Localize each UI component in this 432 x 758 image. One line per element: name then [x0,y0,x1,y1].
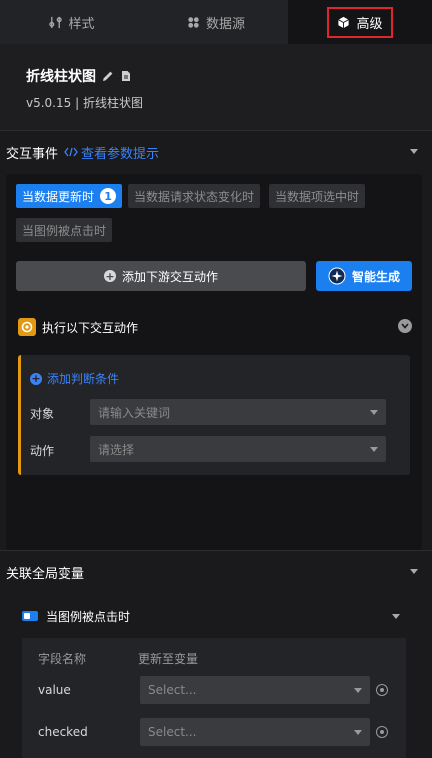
collapse-caret-icon[interactable] [410,569,418,574]
field-name-value: value [38,683,71,697]
interaction-section-header[interactable]: 交互事件 查看参数提示 [0,131,432,173]
tab-advanced-label: 高级 [356,16,383,32]
component-header [0,44,432,130]
add-downstream-action-button[interactable]: + 添加下游交互动作 [16,261,306,291]
dropdown-caret-icon [370,447,378,452]
action-select[interactable]: 请选择 [90,436,386,462]
event-chip-label: 当数据项选中时 [275,189,360,204]
locate-target-icon[interactable] [376,684,388,696]
col-update-var: 更新至变量 [138,652,199,666]
global-vars-title: 关联全局变量 [6,566,85,582]
event-chip-label: 当数据更新时 [22,189,95,204]
tab-style[interactable]: 样式 [0,0,144,44]
top-tabs: 样式 数据源 高级 [0,0,432,44]
add-condition-link[interactable]: + 添加判断条件 [30,370,119,387]
tab-style-label: 样式 [68,16,95,32]
global-vars-section-header[interactable]: 关联全局变量 [0,551,432,593]
col-field-name: 字段名称 [38,652,87,666]
global-vars-event-row[interactable]: 当图例被点击时 [22,604,406,628]
component-version: v5.0.15 | 折线柱状图 [26,96,143,110]
global-vars-event-label: 当图例被点击时 [46,609,131,624]
event-count-badge: 1 [100,188,117,204]
add-downstream-action-label: 添加下游交互动作 [121,269,218,284]
field-name-checked: checked [38,725,88,739]
collapse-caret-icon[interactable] [410,149,418,154]
view-params-label: 查看参数提示 [81,146,160,162]
ai-generate-label: 智能生成 [351,269,400,284]
datasource-icon [188,16,199,28]
object-placeholder: 请输入关键词 [98,405,171,420]
tab-datasource[interactable]: 数据源 [144,0,288,44]
event-chip-item-selected[interactable]: 当数据项选中时 [269,184,366,208]
event-chip-legend-click[interactable]: 当图例被点击时 [16,218,113,242]
tab-datasource-label: 数据源 [205,16,245,32]
chevron-down-icon[interactable] [398,319,412,333]
action-placeholder: 请选择 [98,442,135,457]
view-params-link[interactable]: 查看参数提示 [64,143,159,162]
tab-advanced[interactable]: 高级 [288,0,432,44]
style-sliders-icon [49,16,63,28]
ai-sparkle-icon [328,267,346,285]
tab-advanced-highlight: 高级 [327,6,393,38]
advanced-cube-icon [338,16,350,28]
action-at-icon [18,318,36,336]
interaction-section-title: 交互事件 [6,146,59,162]
object-keyword-input[interactable]: 请输入关键词 [90,399,386,425]
variable-select[interactable]: Select... [140,676,370,704]
execute-actions-label: 执行以下交互动作 [42,320,139,335]
event-toggle-icon[interactable] [22,611,38,621]
variable-select[interactable]: Select... [140,718,370,746]
component-title-text: 折线柱状图 [26,69,96,85]
execute-actions-row[interactable]: 执行以下交互动作 [18,314,412,340]
event-chip-request-status[interactable]: 当数据请求状态变化时 [128,184,261,208]
action-label: 动作 [30,444,55,458]
ai-generate-button[interactable]: 智能生成 [316,261,412,291]
variable-select-placeholder: Select... [148,683,197,697]
edit-pencil-icon[interactable] [102,70,114,82]
plus-circle-icon: + [30,372,42,385]
dropdown-caret-icon [354,730,362,735]
variable-select-placeholder: Select... [148,725,197,739]
dropdown-caret-icon [370,410,378,415]
event-chip-label: 当数据请求状态变化时 [134,189,255,204]
add-condition-label: 添加判断条件 [47,372,120,386]
dropdown-caret-icon [354,688,362,693]
object-label: 对象 [30,407,55,421]
component-title: 折线柱状图 [26,66,132,86]
code-icon [64,147,78,157]
locate-target-icon[interactable] [376,726,388,738]
collapse-caret-icon[interactable] [392,614,400,619]
plus-circle-icon: + [103,269,116,283]
event-chip-data-update[interactable]: 当数据更新时 1 [16,184,123,208]
event-chip-label: 当图例被点击时 [22,223,107,238]
document-icon[interactable] [120,70,132,82]
